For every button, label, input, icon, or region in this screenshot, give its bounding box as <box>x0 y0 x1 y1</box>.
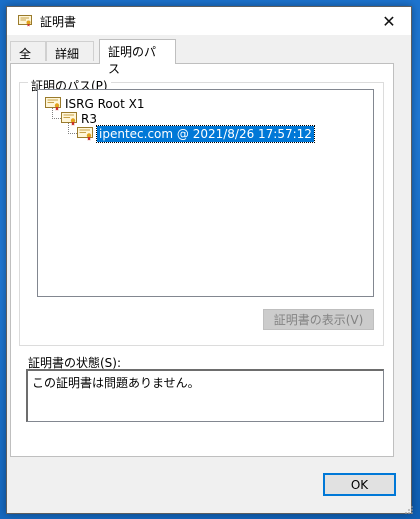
close-icon: ✕ <box>382 11 396 31</box>
tree-node-intermediate[interactable]: R3 <box>61 111 97 127</box>
window-title: 証明書 <box>40 15 77 29</box>
tab-label: 詳細 <box>55 47 80 61</box>
title-bar[interactable]: 証明書 ✕ <box>7 7 411 35</box>
certificate-icon <box>77 127 93 141</box>
tree-node-label-selected: ipentec.com @ 2021/8/26 17:57:12 <box>96 125 315 143</box>
tab-details[interactable]: 詳細 <box>46 41 94 61</box>
certificate-icon <box>18 15 32 27</box>
certificate-icon <box>61 112 77 126</box>
tab-cert-path[interactable]: 証明のパス <box>99 39 176 76</box>
tree-node-root[interactable]: ISRG Root X1 <box>45 96 144 112</box>
resize-grip-icon[interactable] <box>404 505 414 515</box>
tree-node-label: ISRG Root X1 <box>65 97 145 111</box>
ok-button[interactable]: OK <box>323 473 396 496</box>
view-certificate-button[interactable]: 証明書の表示(V) <box>263 309 374 330</box>
tree-node-label: R3 <box>81 112 97 126</box>
cert-status-field[interactable]: この証明書は問題ありません。 <box>26 369 384 422</box>
tree-node-leaf[interactable]: ipentec.com @ 2021/8/26 17:57:12 <box>77 125 315 143</box>
close-button[interactable]: ✕ <box>367 7 411 35</box>
cert-status-text: この証明書は問題ありません。 <box>32 376 200 390</box>
certificate-icon <box>45 97 61 111</box>
cert-path-tree[interactable]: ISRG Root X1 R3 ipentec.com @ 2021/8/26 … <box>37 89 374 297</box>
tab-general[interactable]: 全般 <box>10 41 46 78</box>
